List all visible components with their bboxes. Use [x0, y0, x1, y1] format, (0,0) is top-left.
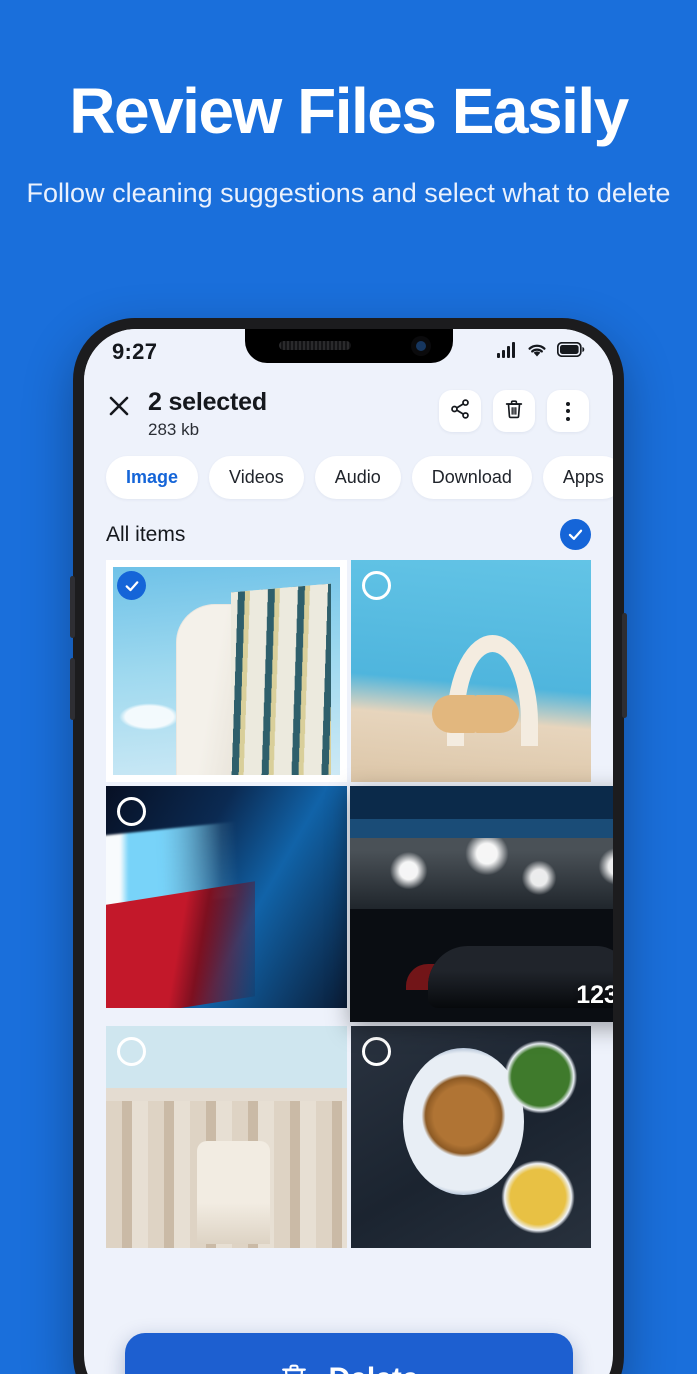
all-items-row: All items: [84, 513, 613, 560]
photo-detail: [494, 1159, 582, 1235]
front-camera-icon: [410, 336, 431, 356]
file-size-badge: 123 KB: [576, 981, 613, 1009]
power-button[interactable]: [622, 613, 627, 718]
tab-download[interactable]: Download: [411, 456, 532, 499]
status-icons: [497, 341, 585, 363]
signal-icon: [497, 341, 517, 363]
delete-action-bar: Delete: [84, 1333, 613, 1374]
trash-icon: [503, 398, 525, 425]
photo-city[interactable]: [106, 1026, 347, 1248]
promo-subtitle: Follow cleaning suggestions and select w…: [26, 178, 671, 209]
tab-videos[interactable]: Videos: [209, 456, 304, 499]
notch: [244, 329, 453, 363]
overflow-menu-button[interactable]: [547, 390, 589, 432]
photo-thumbnail: [349, 786, 613, 1022]
delete-button-label: Delete: [328, 1362, 418, 1374]
selected-size-label: 283 kb: [148, 420, 200, 439]
app-bar-actions: [439, 390, 589, 432]
photo-checkbox-checked[interactable]: [117, 571, 146, 600]
more-vertical-icon: [566, 401, 570, 421]
phone-screen: 9:27 2 selected 283 kb Image Videos Audi…: [84, 329, 613, 1374]
battery-icon: [556, 341, 585, 362]
delete-button[interactable]: [493, 390, 535, 432]
status-clock: 9:27: [112, 339, 158, 364]
tab-apps[interactable]: Apps: [542, 456, 613, 499]
delete-button-primary[interactable]: Delete: [124, 1333, 573, 1374]
photo-gas-station[interactable]: 123 KB: [349, 786, 613, 1022]
filter-tabs: Image Videos Audio Download Apps: [84, 440, 613, 513]
promo-title: Review Files Easily: [69, 75, 629, 147]
selection-info: 2 selected 283 kb: [148, 388, 439, 440]
wifi-icon: [526, 342, 548, 363]
selected-count-label: 2 selected: [148, 388, 267, 416]
photo-checkbox-unchecked[interactable]: [117, 797, 146, 826]
volume-down-button[interactable]: [70, 658, 75, 720]
share-icon: [449, 398, 471, 425]
photo-grid: 123 KB: [84, 560, 613, 1248]
volume-up-button[interactable]: [70, 576, 75, 638]
check-icon: [568, 529, 583, 540]
photo-thumbnail: [113, 567, 340, 775]
photo-checkbox-unchecked[interactable]: [361, 571, 391, 600]
trash-icon: [278, 1361, 310, 1374]
all-items-label: All items: [106, 522, 186, 546]
photo-checkbox-unchecked[interactable]: [117, 1037, 146, 1066]
share-button[interactable]: [439, 390, 481, 432]
photo-food[interactable]: [350, 1026, 591, 1248]
photo-checkbox-unchecked[interactable]: [361, 1037, 391, 1066]
check-icon: [125, 580, 138, 591]
promo-header: Review Files Easily Follow cleaning sugg…: [0, 0, 697, 212]
tab-image[interactable]: Image: [106, 456, 199, 499]
phone-mockup: 9:27 2 selected 283 kb Image Videos Audi…: [70, 318, 627, 1374]
select-all-checkbox[interactable]: [560, 519, 591, 550]
photo-building[interactable]: [106, 560, 347, 782]
photo-vase[interactable]: [350, 560, 591, 782]
earpiece-speaker: [278, 341, 351, 350]
close-icon: [107, 394, 131, 423]
close-selection-button[interactable]: [104, 393, 134, 423]
app-bar: 2 selected 283 kb: [84, 375, 613, 440]
tab-audio[interactable]: Audio: [314, 456, 401, 499]
photo-lights[interactable]: [106, 786, 347, 1008]
